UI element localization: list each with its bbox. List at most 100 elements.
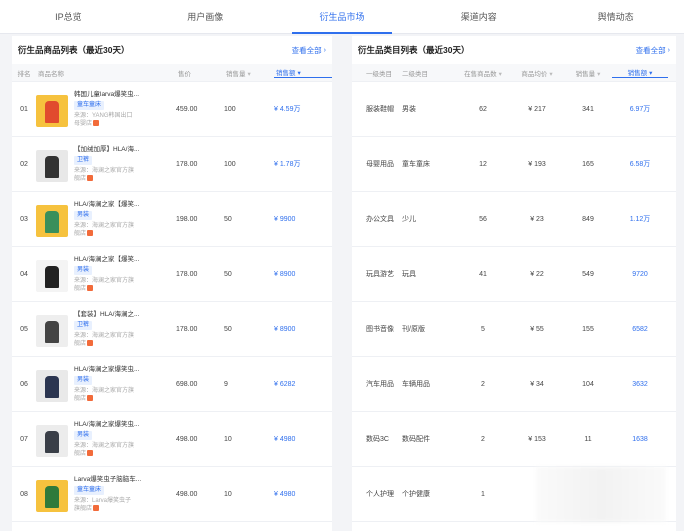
shop-icon xyxy=(87,395,94,402)
view-all-label: 查看全部 xyxy=(291,45,322,55)
tab-channel-content[interactable]: 渠道内容 xyxy=(410,0,547,33)
product-name[interactable]: Larva爆笑虫子脑脑车... xyxy=(74,475,144,484)
category-list-title: 衍生品类目列表（最近30天） xyxy=(358,45,470,55)
product-info: 【加绒加厚】HLA/海... 卫裤 来源：海澜之家官方旗 舰店 xyxy=(74,145,144,183)
category-sales-amount: 1.12万 xyxy=(629,216,651,223)
table-row[interactable]: 06 HLA/海澜之家爆笑虫... 男装 来源：海澜之家官方旗 舰店 698.00 9 ¥ 6… xyxy=(12,357,332,412)
tab-ip-overview[interactable]: IP总览 xyxy=(0,0,137,33)
category-sales-volume: 549 xyxy=(582,270,594,278)
col-sales-amount-label: 销售额 xyxy=(276,70,296,77)
level1-category: 服装鞋帽 xyxy=(366,106,394,113)
product-source-shop-label: 母婴店 xyxy=(74,121,93,127)
level1-category: 数码3C xyxy=(366,436,389,443)
product-price: 178.00 xyxy=(176,270,198,278)
product-thumbnail[interactable] xyxy=(36,95,68,127)
product-cell: HLA/海澜之家【爆笑... 男装 来源：海澜之家官方旗 舰店 xyxy=(36,253,176,295)
product-name[interactable]: 【加绒加厚】HLA/海... xyxy=(74,145,144,154)
col-sales-amount[interactable]: 销售额 ▾ xyxy=(612,67,668,78)
product-list-panel: 衍生品商品列表（最近30天） 查看全部 › 排名 商品名称 售价 销售量 ▾ 销售… xyxy=(12,36,332,531)
table-row[interactable]: 图书音像 刊/原版 5 ¥ 55 155 6582 xyxy=(352,302,676,357)
level2-category: 刊/原版 xyxy=(402,326,425,333)
product-name[interactable]: HLA/海澜之家爆笑虫... xyxy=(74,420,144,429)
product-sales-volume: 10 xyxy=(224,490,232,498)
product-table-header: 排名 商品名称 售价 销售量 ▾ 销售额 ▾ xyxy=(12,64,332,82)
table-row[interactable]: 02 【加绒加厚】HLA/海... 卫裤 来源：海澜之家官方旗 舰店 178.00 100 ¥… xyxy=(12,137,332,192)
product-sales-volume: 100 xyxy=(224,105,236,113)
product-thumbnail[interactable] xyxy=(36,260,68,292)
col-sales-volume[interactable]: 销售量 ▾ xyxy=(224,68,274,78)
product-info: HLA/海澜之家【爆笑... 男装 来源：海澜之家官方旗 舰店 xyxy=(74,255,144,293)
col-level1-category: 一级类目 xyxy=(366,70,392,78)
product-name[interactable]: 韩国儿童larva爆笑虫... xyxy=(74,90,144,99)
level2-category: 男装 xyxy=(402,106,416,113)
category-tag: 男装 xyxy=(74,266,93,275)
product-source-shop-label: 舰店 xyxy=(74,451,87,457)
table-row[interactable]: 个人护理 个护健康 1 xyxy=(352,467,676,522)
shop-icon xyxy=(93,120,100,127)
col-sales-volume-label: 销售量 xyxy=(575,70,596,78)
product-table-body: 01 韩国儿童larva爆笑虫... 童车童床 来源：YANG韩国出口 母婴店 459.0… xyxy=(12,82,332,522)
table-row[interactable]: 母婴用品 童车童床 12 ¥ 193 165 6.58万 xyxy=(352,137,676,192)
table-row[interactable]: 玩具游艺 玩具 41 ¥ 22 549 9720 xyxy=(352,247,676,302)
product-info: 【套装】HLA/海澜之... 卫裤 来源：海澜之家官方旗 舰店 xyxy=(74,310,144,348)
category-view-all-link[interactable]: 查看全部 › xyxy=(636,45,670,56)
level2-category: 车辆用品 xyxy=(402,381,430,388)
tab-user-profile[interactable]: 用户画像 xyxy=(137,0,274,33)
shop-icon xyxy=(87,450,94,457)
table-row[interactable]: 数码3C 数码配件 2 ¥ 153 11 1638 xyxy=(352,412,676,467)
tab-derivatives-market[interactable]: 衍生品市场 xyxy=(274,0,411,34)
col-avg-price[interactable]: 商品均价 ▾ xyxy=(510,68,564,78)
product-name[interactable]: HLA/海澜之家爆笑虫... xyxy=(74,365,144,374)
product-source-shop: 母婴店 xyxy=(74,120,144,128)
product-name[interactable]: HLA/海澜之家【爆笑... xyxy=(74,255,144,264)
item-count: 12 xyxy=(479,160,487,168)
category-tag: 卫裤 xyxy=(74,156,93,165)
product-sales-amount: ¥ 4980 xyxy=(274,490,296,498)
col-item-count[interactable]: 在售商品数 ▾ xyxy=(456,68,510,78)
product-thumbnail[interactable] xyxy=(36,315,68,347)
item-count: 1 xyxy=(481,490,485,498)
loading-placeholder xyxy=(536,467,666,522)
table-row[interactable]: 03 HLA/海澜之家【爆笑... 男装 来源：海澜之家官方旗 舰店 198.00 50 ¥ … xyxy=(12,192,332,247)
table-row[interactable]: 08 Larva爆笑虫子脑脑车... 童车童床 来源：Larva爆笑虫子 旗舰店 498.… xyxy=(12,467,332,522)
sort-caret-icon: ▾ xyxy=(597,70,601,78)
col-sales-volume-label: 销售量 xyxy=(226,70,246,78)
table-row[interactable]: 07 HLA/海澜之家爆笑虫... 男装 来源：海澜之家官方旗 舰店 498.00 10 ¥ … xyxy=(12,412,332,467)
table-row[interactable]: 05 【套装】HLA/海澜之... 卫裤 来源：海澜之家官方旗 舰店 178.00 50 ¥ … xyxy=(12,302,332,357)
table-row[interactable]: 01 韩国儿童larva爆笑虫... 童车童床 来源：YANG韩国出口 母婴店 459.0… xyxy=(12,82,332,137)
avg-price: ¥ 22 xyxy=(530,270,544,278)
sort-caret-icon: ▾ xyxy=(498,70,502,78)
rank-number: 06 xyxy=(20,380,28,388)
product-name[interactable]: HLA/海澜之家【爆笑... xyxy=(74,200,144,209)
product-info: HLA/海澜之家爆笑虫... 男装 来源：海澜之家官方旗 舰店 xyxy=(74,420,144,458)
col-sales-amount[interactable]: 销售额 ▾ xyxy=(274,67,332,78)
product-name[interactable]: 【套装】HLA/海澜之... xyxy=(74,310,144,319)
avg-price: ¥ 153 xyxy=(528,435,546,443)
product-thumbnail[interactable] xyxy=(36,150,68,182)
chevron-right-icon: › xyxy=(323,46,326,54)
product-thumbnail[interactable] xyxy=(36,205,68,237)
rank-number: 02 xyxy=(20,160,28,168)
category-sales-amount: 6.97万 xyxy=(629,106,651,113)
table-row[interactable]: 汽车用品 车辆用品 2 ¥ 34 104 3632 xyxy=(352,357,676,412)
table-row[interactable]: 服装鞋帽 男装 62 ¥ 217 341 6.97万 xyxy=(352,82,676,137)
level1-category: 办公文具 xyxy=(366,216,394,223)
category-sales-volume: 341 xyxy=(582,105,594,113)
table-row[interactable]: 04 HLA/海澜之家【爆笑... 男装 来源：海澜之家官方旗 舰店 178.00 50 ¥ … xyxy=(12,247,332,302)
product-thumbnail[interactable] xyxy=(36,425,68,457)
table-row[interactable]: 办公文具 少儿 56 ¥ 23 849 1.12万 xyxy=(352,192,676,247)
tab-public-opinion[interactable]: 舆情动态 xyxy=(547,0,684,33)
product-thumbnail[interactable] xyxy=(36,370,68,402)
col-sales-volume[interactable]: 销售量 ▾ xyxy=(564,68,612,78)
product-cell: 韩国儿童larva爆笑虫... 童车童床 来源：YANG韩国出口 母婴店 xyxy=(36,88,176,130)
product-thumbnail[interactable] xyxy=(36,480,68,512)
product-sales-amount: ¥ 4980 xyxy=(274,435,296,443)
avg-price: ¥ 34 xyxy=(530,380,544,388)
avg-price: ¥ 193 xyxy=(528,160,546,168)
product-view-all-link[interactable]: 查看全部 › xyxy=(292,45,326,56)
category-sales-amount: 9720 xyxy=(632,270,648,278)
category-tag: 童车童床 xyxy=(74,486,105,495)
product-sales-volume: 100 xyxy=(224,160,236,168)
product-sales-amount: ¥ 4.59万 xyxy=(274,106,301,113)
product-price: 178.00 xyxy=(176,160,198,168)
